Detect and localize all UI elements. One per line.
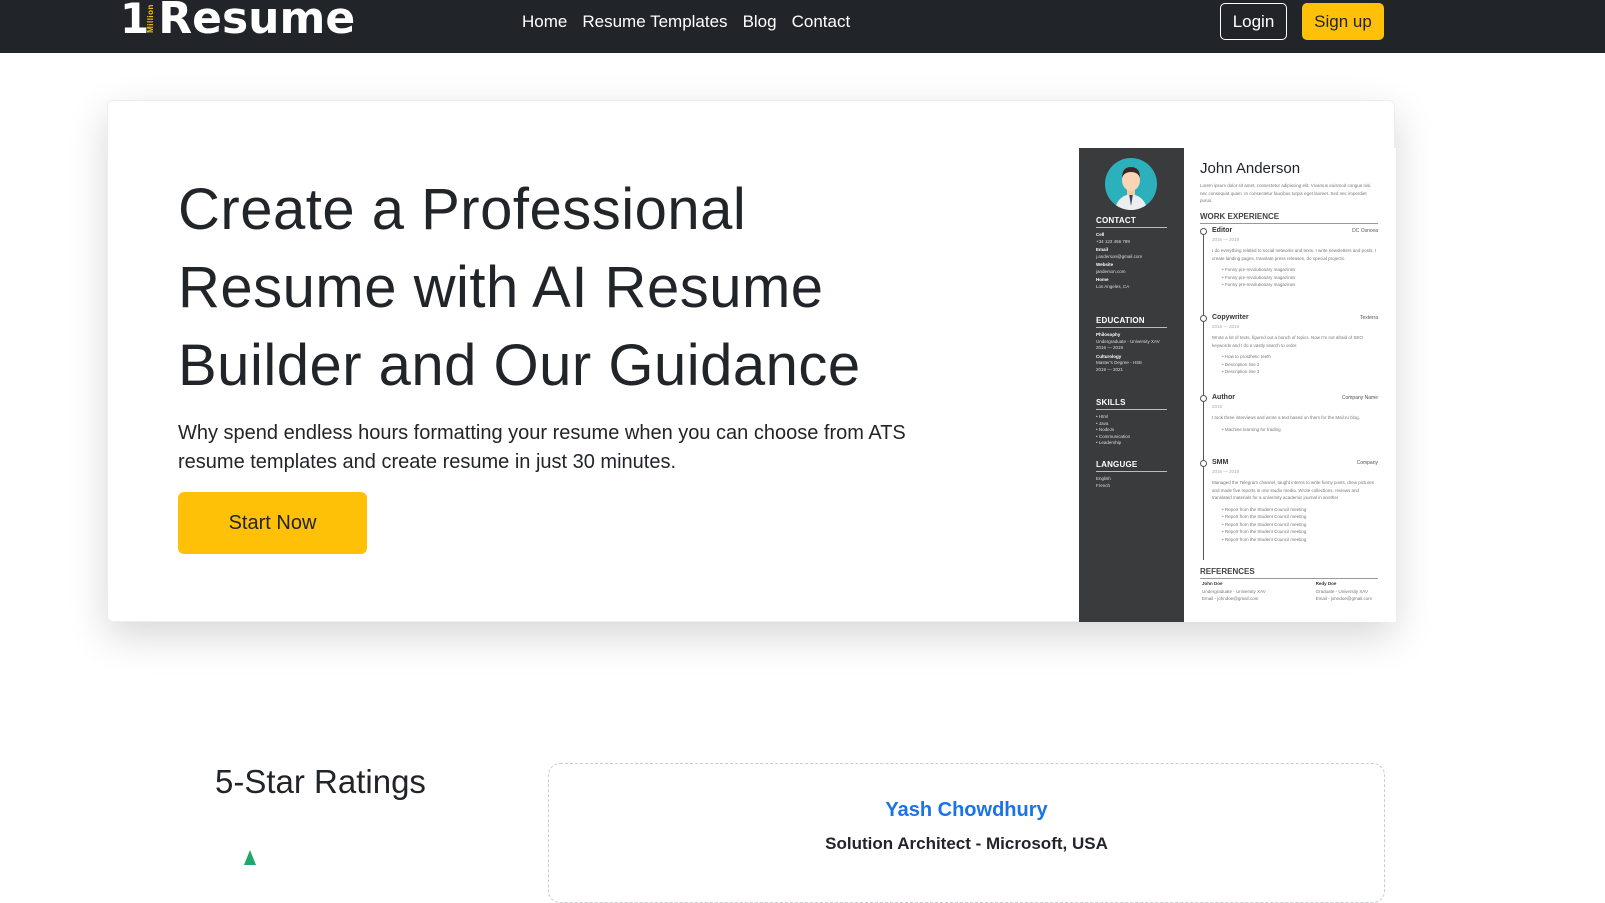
resume-work-heading: WORK EXPERIENCE xyxy=(1200,212,1378,224)
resume-language-heading: LANGUGE xyxy=(1096,460,1167,472)
resume-contact-label: Home xyxy=(1096,277,1109,282)
brand-logo[interactable]: 1 Million Resume xyxy=(120,0,355,44)
resume-education-heading: EDUCATION xyxy=(1096,316,1167,328)
resume-preview[interactable]: CONTACT Cell +34 123 456 789 Email j.ander… xyxy=(1079,148,1396,622)
brand-one: 1 xyxy=(120,0,150,43)
timeline-dot-icon xyxy=(1200,228,1207,235)
timeline-dot-icon xyxy=(1200,315,1207,322)
testimonial-name[interactable]: Yash Chowdhury xyxy=(549,799,1384,822)
brand-million: Million xyxy=(146,4,156,33)
resume-contact-label: Cell xyxy=(1096,232,1105,237)
signup-button[interactable]: Sign up xyxy=(1302,3,1384,40)
resume-contact-label: Email xyxy=(1096,247,1109,252)
hero-subtitle: Why spend endless hours formatting your … xyxy=(178,422,906,473)
resume-references-heading: REFERENCES xyxy=(1200,567,1378,579)
nav-link-contact[interactable]: Contact xyxy=(792,13,851,31)
hero-title: Create a Professional Resume with AI Res… xyxy=(178,177,861,398)
resume-job: Author Company Name 2016 I took three in… xyxy=(1200,394,1378,454)
avatar xyxy=(1105,158,1157,210)
nav-links: Home Resume Templates Blog Contact xyxy=(522,13,850,31)
resume-job: Copywriter Texterra 2016 — 2019 Wrote a … xyxy=(1200,314,1378,390)
resume-contact-label: Website xyxy=(1096,262,1114,267)
login-button[interactable]: Login xyxy=(1220,3,1287,40)
resume-contact-heading: CONTACT xyxy=(1096,216,1167,228)
nav-link-home[interactable]: Home xyxy=(522,13,567,31)
timeline-dot-icon xyxy=(1200,460,1207,467)
rating-star-icon xyxy=(244,850,256,865)
testimonial-card: Yash Chowdhury Solution Architect - Micr… xyxy=(548,763,1385,903)
resume-contact-value: Los Angeles, CA xyxy=(1096,283,1130,289)
start-now-button[interactable]: Start Now xyxy=(178,492,367,554)
testimonial-role: Solution Architect - Microsoft, USA xyxy=(825,834,1108,853)
resume-intro: Lorem ipsum dolor sit amet, consectetur … xyxy=(1200,183,1372,203)
ratings-title: 5-Star Ratings xyxy=(215,763,426,800)
resume-references: John Doe Undergraduate - University XAV Em… xyxy=(1202,581,1372,601)
resume-job: SMM Company 2016 — 2019 Managed the Tele… xyxy=(1200,459,1378,559)
resume-education-section: EDUCATION Philosophy Undergraduate - Univ… xyxy=(1096,316,1167,373)
navbar: 1 Million Resume Home Resume Templates B… xyxy=(0,0,1605,53)
resume-contact-value: janderson.com xyxy=(1096,268,1126,274)
brand-word: Resume xyxy=(158,0,356,44)
nav-link-resume-templates[interactable]: Resume Templates xyxy=(582,13,727,31)
resume-skills-section: SKILLS • Html • Java • NodeJs • Communic… xyxy=(1096,398,1167,447)
resume-contact-value: +34 123 456 789 xyxy=(1096,238,1130,244)
timeline-dot-icon xyxy=(1200,395,1207,402)
resume-sidebar: CONTACT Cell +34 123 456 789 Email j.ander… xyxy=(1079,148,1184,622)
resume-language-section: LANGUGE English French xyxy=(1096,460,1167,489)
hero-card: Create a Professional Resume with AI Res… xyxy=(107,100,1396,622)
resume-contact-section: CONTACT Cell +34 123 456 789 Email j.ander… xyxy=(1096,216,1167,290)
resume-name: John Anderson xyxy=(1200,160,1301,177)
resume-skills-heading: SKILLS xyxy=(1096,398,1167,410)
nav-link-blog[interactable]: Blog xyxy=(743,13,777,31)
resume-job: Editor DC Osnova 2016 — 2019 I do everyt… xyxy=(1200,227,1378,307)
resume-contact-value: j.anderson@gmail.com xyxy=(1096,253,1143,259)
